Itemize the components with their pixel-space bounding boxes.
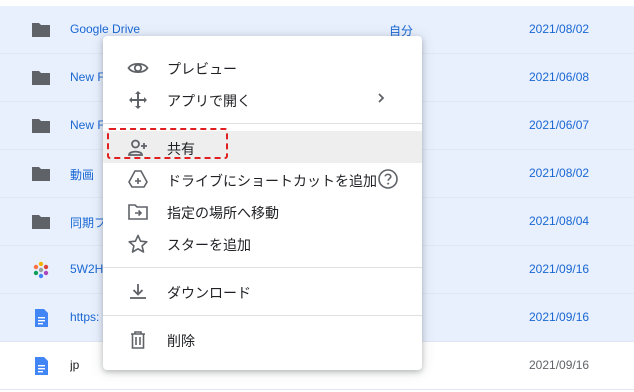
folder-icon xyxy=(32,71,50,85)
doc-file-icon xyxy=(35,357,48,375)
menu-label: スターを追加 xyxy=(167,237,251,253)
help-icon[interactable] xyxy=(377,168,399,190)
menu-label: プレビュー xyxy=(167,61,237,77)
image-file-icon xyxy=(33,261,49,279)
file-date: 2021/06/08 xyxy=(529,70,590,84)
folder-icon xyxy=(32,23,50,37)
eye-icon xyxy=(127,62,149,74)
menu-item-download[interactable]: ダウンロード xyxy=(103,275,422,307)
folder-icon xyxy=(32,119,50,133)
menu-item-delete[interactable]: 削除 xyxy=(103,323,422,355)
menu-label: ドライブにショートカットを追加 xyxy=(167,173,377,189)
menu-label: アプリで開く xyxy=(167,93,251,109)
menu-item-star[interactable]: スターを追加 xyxy=(103,227,422,259)
file-date: 2021/08/04 xyxy=(529,214,590,228)
menu-item-add-shortcut[interactable]: ドライブにショートカットを追加 xyxy=(103,163,422,195)
file-date: 2021/09/16 xyxy=(529,310,590,324)
menu-item-open-with[interactable]: アプリで開く xyxy=(103,83,422,115)
file-date: 2021/06/07 xyxy=(529,118,590,132)
file-name[interactable]: Google Drive xyxy=(70,22,370,36)
file-date: 2021/09/16 xyxy=(529,262,590,276)
menu-item-move[interactable]: 指定の場所へ移動 xyxy=(103,195,422,227)
file-date: 2021/08/02 xyxy=(529,166,590,180)
move-to-folder-icon xyxy=(128,204,148,220)
folder-icon xyxy=(32,215,50,229)
chevron-right-icon xyxy=(378,93,385,103)
menu-divider xyxy=(103,315,422,316)
folder-icon xyxy=(32,167,50,181)
drive-shortcut-icon xyxy=(128,170,148,188)
download-icon xyxy=(130,284,146,299)
menu-label: 削除 xyxy=(167,333,195,349)
menu-label: 指定の場所へ移動 xyxy=(167,205,279,221)
trash-icon xyxy=(131,331,145,349)
file-date: 2021/09/16 xyxy=(529,358,590,372)
menu-item-preview[interactable]: プレビュー xyxy=(103,51,422,83)
context-menu: プレビュー アプリで開く 共有 ドライブにショートカットを追加 指定の場所へ移動… xyxy=(103,36,422,370)
file-date: 2021/08/02 xyxy=(529,22,590,36)
menu-divider xyxy=(103,123,422,124)
menu-label: ダウンロード xyxy=(167,285,251,301)
highlight-annotation xyxy=(107,128,228,159)
doc-file-icon xyxy=(35,309,48,327)
move-arrows-icon xyxy=(129,91,147,109)
star-icon xyxy=(128,234,148,253)
menu-divider xyxy=(103,267,422,268)
